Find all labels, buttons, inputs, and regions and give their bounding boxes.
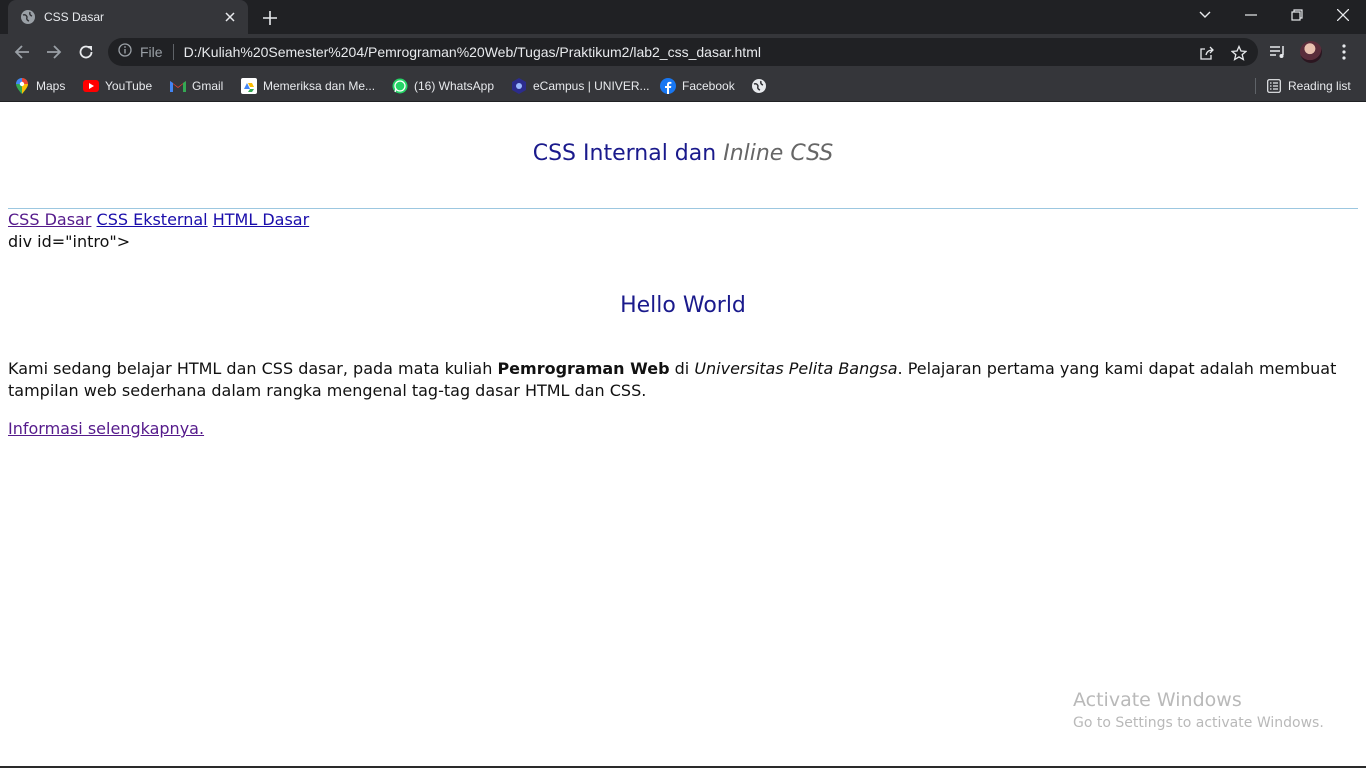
bookmark-web[interactable]: [751, 76, 773, 96]
kebab-menu-icon[interactable]: [1334, 42, 1354, 62]
media-queue-icon[interactable]: [1268, 42, 1288, 62]
google-drive-icon: [241, 78, 257, 94]
bookmark-ecampus[interactable]: eCampus | UNIVER...: [511, 76, 649, 96]
watermark-title: Activate Windows: [1073, 689, 1242, 711]
forward-button[interactable]: [42, 40, 66, 64]
bookmarks-bar: Maps YouTube Gmail Memeriksa dan Me... (…: [0, 70, 1366, 102]
info-icon: [118, 42, 132, 62]
address-bar[interactable]: File D:/Kuliah%20Semester%204/Pemrograma…: [108, 38, 1258, 66]
page-title-italic: Inline CSS: [723, 141, 834, 166]
bookmark-label: Facebook: [682, 79, 735, 93]
youtube-icon: [83, 78, 99, 94]
page-nav: CSS Dasar CSS Eksternal HTML Dasar: [8, 210, 309, 229]
watermark-subtitle: Go to Settings to activate Windows.: [1073, 715, 1324, 731]
intro-heading: Hello World: [620, 293, 746, 318]
bookmark-label: (16) WhatsApp: [414, 79, 495, 93]
bookmark-label: eCampus | UNIVER...: [533, 79, 650, 93]
bookmark-memeriksa[interactable]: Memeriksa dan Me...: [241, 76, 375, 96]
ecampus-icon: [511, 78, 527, 94]
page-title-main: CSS Internal dan: [532, 141, 717, 166]
minimize-button[interactable]: [1239, 4, 1263, 26]
more-info-link[interactable]: Informasi selengkapnya.: [8, 419, 204, 438]
page-title: CSS Internal dan Inline CSS: [0, 141, 1366, 166]
reading-list-icon: [1266, 78, 1282, 94]
maps-icon: [14, 78, 30, 94]
profile-avatar[interactable]: [1300, 41, 1322, 63]
bookmark-label: Maps: [36, 79, 66, 93]
restore-button[interactable]: [1285, 4, 1309, 26]
bookmark-whatsapp[interactable]: (16) WhatsApp: [392, 76, 494, 96]
new-tab-button[interactable]: [260, 8, 280, 28]
bookmark-star-icon[interactable]: [1230, 44, 1248, 62]
reload-button[interactable]: [74, 40, 98, 64]
nav-link-html-dasar[interactable]: HTML Dasar: [213, 210, 309, 229]
intro-paragraph: Kami sedang belajar HTML dan CSS dasar, …: [8, 358, 1338, 402]
nav-link-css-eksternal[interactable]: CSS Eksternal: [97, 210, 208, 229]
bookmarks-divider: [1255, 78, 1256, 94]
gmail-icon: [170, 78, 186, 94]
tab-css-dasar[interactable]: CSS Dasar: [8, 0, 248, 34]
para-italic: Universitas Pelita Bangsa: [694, 359, 898, 378]
para-text-1: Kami sedang belajar HTML dan CSS dasar, …: [8, 359, 498, 378]
tab-title: CSS Dasar: [44, 10, 105, 24]
para-bold: Pemrograman Web: [497, 359, 670, 378]
nav-link-css-dasar[interactable]: CSS Dasar: [8, 210, 91, 229]
url-text: D:/Kuliah%20Semester%204/Pemrograman%20W…: [183, 44, 761, 60]
bookmark-youtube[interactable]: YouTube: [83, 76, 152, 96]
bookmark-gmail[interactable]: Gmail: [170, 76, 223, 96]
reading-list-button[interactable]: Reading list: [1266, 76, 1351, 96]
browser-toolbar: File D:/Kuliah%20Semester%204/Pemrograma…: [0, 34, 1366, 70]
page-content: CSS Internal dan Inline CSS CSS Dasar CS…: [0, 103, 1366, 768]
bookmark-label: YouTube: [105, 79, 153, 93]
back-button[interactable]: [10, 40, 34, 64]
horizontal-rule: [8, 208, 1358, 209]
stray-markup-text: div id="intro">: [8, 232, 131, 251]
omnibox-divider: [172, 44, 174, 60]
activate-windows-watermark: Activate Windows Go to Settings to activ…: [1073, 689, 1324, 731]
site-info-button[interactable]: File: [118, 42, 163, 62]
tab-search-chevron-icon[interactable]: [1193, 4, 1217, 26]
site-info-label: File: [140, 44, 163, 60]
facebook-icon: [660, 78, 676, 94]
share-icon[interactable]: [1198, 44, 1216, 62]
tab-strip: CSS Dasar: [0, 0, 1366, 34]
bookmark-label: Memeriksa dan Me...: [263, 79, 376, 93]
bookmark-maps[interactable]: Maps: [14, 76, 65, 96]
close-tab-icon[interactable]: [222, 9, 238, 25]
close-window-button[interactable]: [1331, 4, 1355, 26]
reading-list-label: Reading list: [1288, 79, 1351, 93]
para-text-2: di: [669, 359, 695, 378]
whatsapp-icon: [392, 78, 408, 94]
bookmark-label: Gmail: [192, 79, 224, 93]
bookmark-facebook[interactable]: Facebook: [660, 76, 735, 96]
globe-icon: [20, 9, 36, 25]
globe-icon: [751, 78, 767, 94]
